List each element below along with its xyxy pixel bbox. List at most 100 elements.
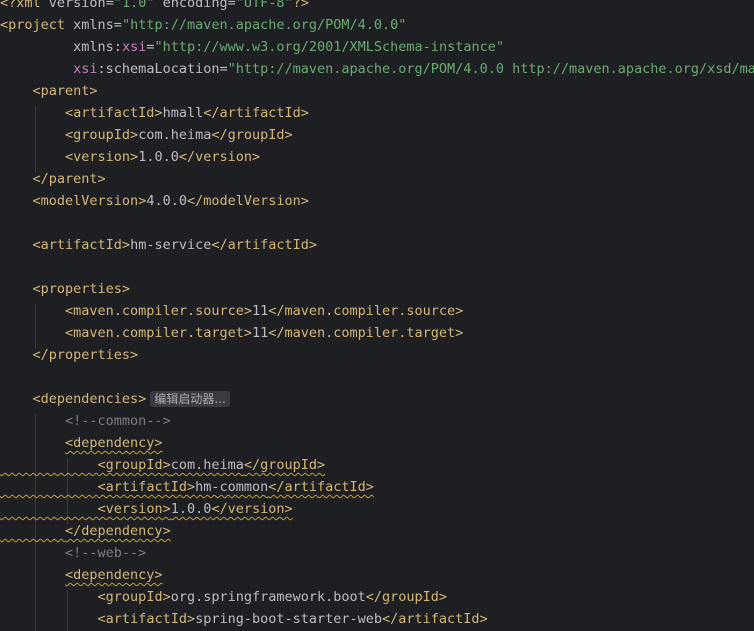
code-token: hmall: [162, 105, 204, 121]
code-token: <dependency>: [65, 435, 163, 451]
code-token: ?>: [292, 0, 309, 11]
code-token: </maven.compiler.source>: [268, 303, 464, 319]
code-token: <maven.compiler.source>: [65, 303, 252, 319]
code-token: "UTF-8": [235, 0, 293, 11]
code-token: 11: [251, 303, 269, 319]
code-line[interactable]: </parent>: [0, 168, 106, 190]
code-line[interactable]: <modelVersion>4.0.0</modelVersion>: [0, 190, 309, 212]
code-line[interactable]: <parent>: [0, 80, 98, 102]
code-token: :schemaLocation: [97, 61, 220, 77]
code-token: 1.0.0: [170, 501, 212, 517]
code-token: <artifactId>: [97, 479, 196, 495]
code-line[interactable]: <artifactId>hm-common</artifactId>: [0, 476, 374, 498]
code-token: "1.0": [113, 0, 155, 11]
code-line[interactable]: <artifactId>hmall</artifactId>: [0, 102, 309, 124]
code-line[interactable]: <maven.compiler.source>11</maven.compile…: [0, 300, 463, 322]
code-line[interactable]: <artifactId>spring-boot-starter-web</art…: [0, 608, 488, 630]
code-token: </groupId>: [243, 457, 326, 473]
code-token: <!--common-->: [65, 413, 171, 429]
code-token: "http://maven.apache.org/POM/4.0.0": [121, 17, 407, 33]
code-token: <?xml: [0, 0, 49, 11]
code-token: <maven.compiler.target>: [65, 325, 252, 341]
code-token: spring-boot-starter-web: [195, 611, 383, 627]
code-line[interactable]: <!--common-->: [0, 410, 171, 432]
code-token: </artifactId>: [211, 237, 318, 253]
code-line[interactable]: <version>1.0.0</version>: [0, 498, 293, 520]
code-line[interactable]: <dependency>: [0, 432, 163, 454]
code-token: hm-common: [195, 479, 269, 495]
code-token: </maven.compiler.target>: [268, 325, 464, 341]
code-line[interactable]: xsi:schemaLocation="http://maven.apache.…: [0, 58, 754, 80]
code-line[interactable]: <?xml version="1.0" encoding="UTF-8"?>: [0, 0, 309, 14]
code-line[interactable]: <artifactId>hm-service</artifactId>: [0, 234, 318, 256]
code-token: :: [113, 39, 122, 55]
code-editor[interactable]: <?xml version="1.0" encoding="UTF-8"?> <p…: [0, 0, 754, 631]
code-token: xmlns: [73, 17, 114, 33]
code-token: </dependency>: [65, 523, 171, 539]
code-line[interactable]: </properties>: [0, 344, 139, 366]
code-token: <parent>: [32, 83, 98, 99]
code-token: <artifactId>: [97, 611, 196, 627]
code-token: xsi: [121, 39, 147, 55]
code-line[interactable]: <properties>: [0, 278, 131, 300]
code-line[interactable]: <groupId>com.heima</groupId>: [0, 124, 293, 146]
code-token: <!--web-->: [65, 545, 147, 561]
code-line[interactable]: </dependency>: [0, 520, 171, 542]
code-token: <groupId>: [65, 127, 139, 143]
code-token: =: [113, 17, 122, 33]
code-token: version: [48, 0, 106, 11]
code-token: </artifactId>: [268, 479, 374, 495]
code-token: </version>: [211, 501, 293, 517]
code-token: xmlns: [73, 39, 114, 55]
code-line[interactable]: <version>1.0.0</version>: [0, 146, 260, 168]
code-line[interactable]: <groupId>com.heima</groupId>: [0, 454, 326, 476]
code-token: <artifactId>: [32, 237, 131, 253]
code-token: <groupId>: [97, 457, 171, 473]
code-token: 1.0.0: [138, 149, 179, 165]
edit-starters-hint[interactable]: 编辑启动器...: [150, 391, 230, 407]
code-token: </groupId>: [211, 127, 293, 143]
code-line[interactable]: <dependencies> 编辑启动器...: [0, 388, 230, 410]
code-token: com.heima: [138, 127, 212, 143]
code-line[interactable]: <project xmlns="http://maven.apache.org/…: [0, 14, 406, 36]
code-token: <dependency>: [65, 567, 163, 583]
code-token: org.springframework.boot: [170, 589, 366, 605]
code-token: <version>: [65, 149, 139, 165]
code-token: <dependencies>: [32, 391, 147, 407]
code-line[interactable]: xmlns:xsi="http://www.w3.org/2001/XMLSch…: [0, 36, 504, 58]
code-token: <groupId>: [97, 589, 171, 605]
code-token: <project: [0, 17, 74, 33]
code-token: hm-service: [130, 237, 212, 253]
code-token: =: [227, 0, 236, 11]
code-line[interactable]: <!--web-->: [0, 542, 146, 564]
code-line[interactable]: <groupId>org.springframework.boot</group…: [0, 586, 448, 608]
code-line[interactable]: <dependency>: [0, 564, 163, 586]
code-token: <artifactId>: [65, 105, 163, 121]
code-token: =: [219, 61, 228, 77]
code-token: <version>: [97, 501, 171, 517]
code-token: </artifactId>: [203, 105, 309, 121]
code-line[interactable]: <maven.compiler.target>11</maven.compile…: [0, 322, 463, 344]
code-token: </modelVersion>: [186, 193, 309, 209]
code-token: "http://maven.apache.org/POM/4.0.0 http:…: [227, 61, 754, 77]
code-token: <properties>: [32, 281, 131, 297]
